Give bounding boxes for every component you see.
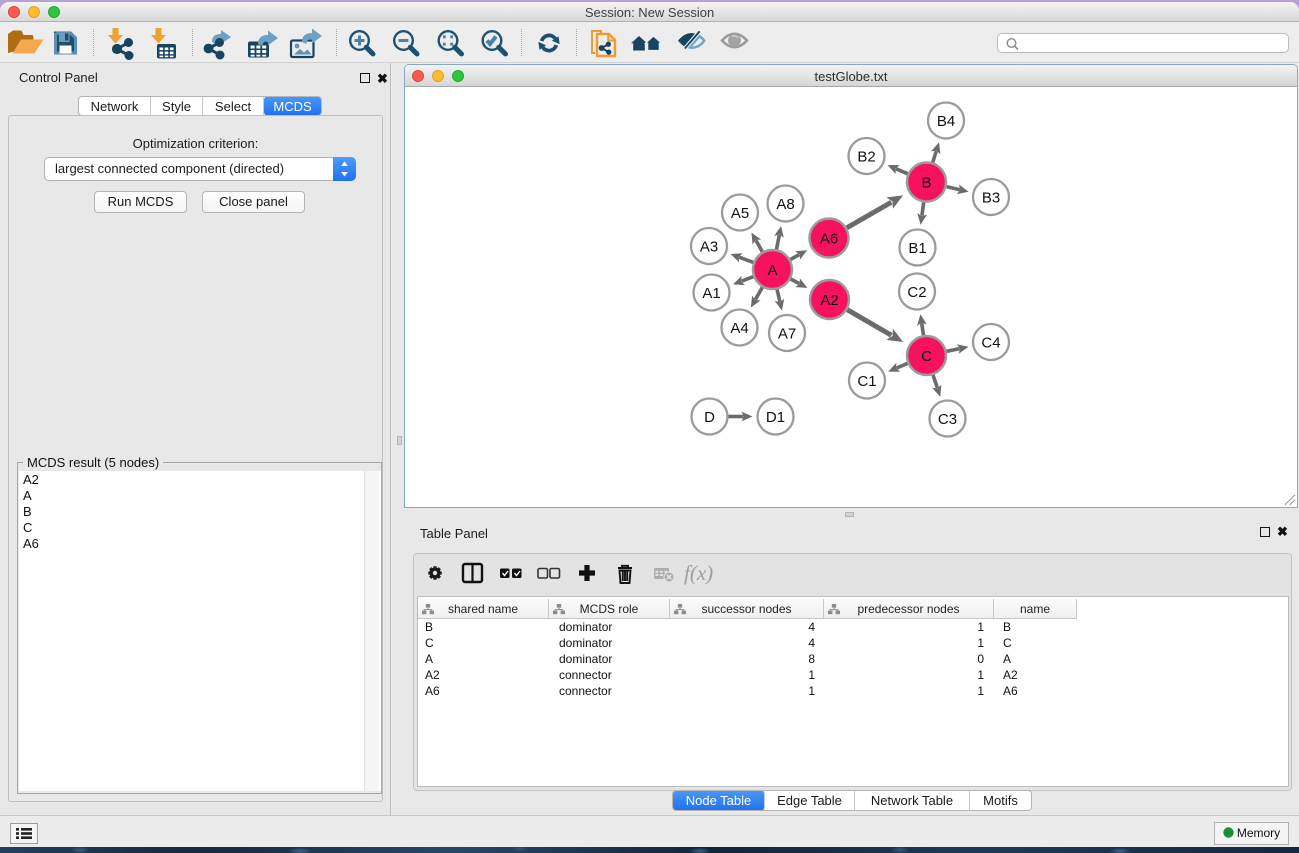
svg-text:A8: A8 [776,196,794,213]
svg-text:A4: A4 [730,320,748,337]
svg-text:A6: A6 [820,231,838,248]
svg-text:B: B [921,175,931,192]
svg-text:D1: D1 [766,409,785,426]
svg-text:B2: B2 [857,149,875,166]
svg-text:f(x): f(x) [684,561,713,585]
svg-text:C3: C3 [938,411,957,428]
svg-text:C1: C1 [857,373,876,390]
svg-text:B4: B4 [937,113,955,130]
svg-text:C4: C4 [981,335,1000,352]
svg-text:C2: C2 [907,284,926,301]
svg-text:C: C [921,348,932,365]
svg-text:D: D [704,409,715,426]
svg-text:A1: A1 [702,285,720,302]
svg-text:A2: A2 [820,292,838,309]
svg-text:A3: A3 [700,239,718,256]
svg-text:B1: B1 [908,240,926,257]
svg-text:A: A [767,262,777,279]
svg-text:A5: A5 [731,205,749,222]
svg-text:A7: A7 [778,326,796,343]
svg-text:B3: B3 [982,190,1000,207]
